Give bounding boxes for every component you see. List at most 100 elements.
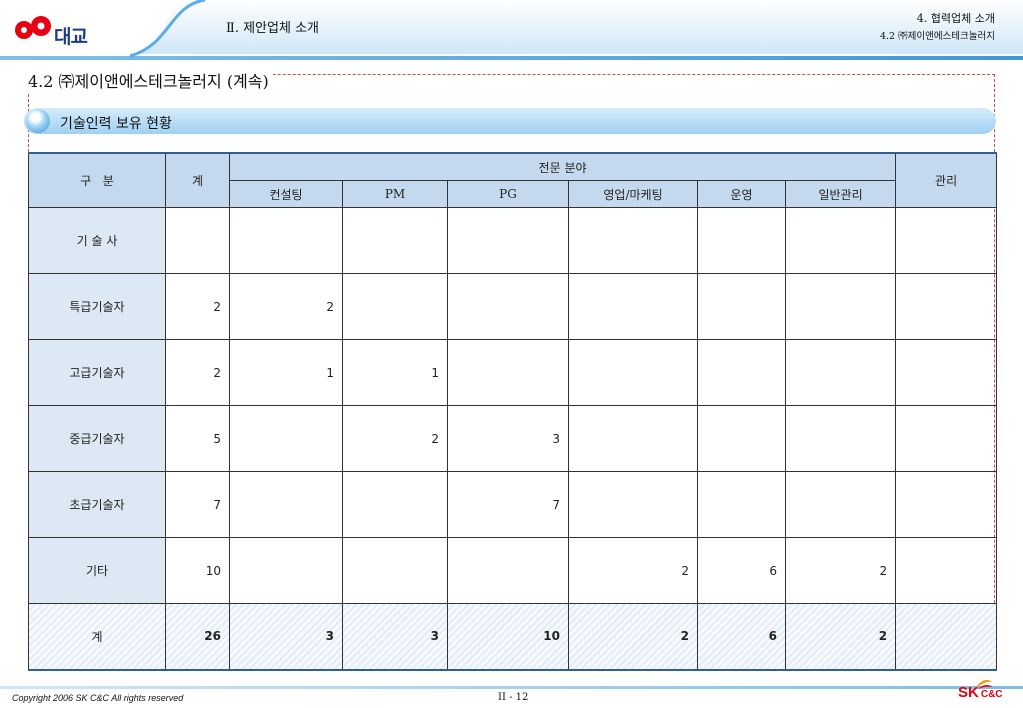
row-label: 고급기술자 [28, 339, 166, 406]
table-cell: 2 [568, 537, 698, 604]
table-row: 특급기술자 2 2 [28, 273, 998, 340]
table-cell: 3 [229, 603, 343, 670]
table-cell: 3 [447, 405, 569, 472]
header-category: 구 분 [28, 152, 166, 208]
table-cell: 2 [568, 603, 698, 670]
row-label: 기타 [28, 537, 166, 604]
table-cell: 26 [165, 603, 230, 670]
table-cell: 10 [165, 537, 230, 604]
table-cell: 2 [342, 405, 448, 472]
header-subsection: 4.2 ㈜제이앤에스테크놀러지 [879, 31, 995, 42]
table-cell [568, 273, 698, 340]
table-cell: 7 [165, 471, 230, 538]
table-cell [895, 405, 998, 472]
table-cell [568, 471, 698, 538]
table-cell [784, 339, 897, 406]
section-title: 4.2 ㈜제이앤에스테크놀러지 (계속) [28, 68, 273, 92]
table-cell [447, 273, 569, 340]
logo-mark-icon [15, 16, 51, 39]
table-cell [697, 273, 786, 340]
table-cell [447, 537, 569, 604]
row-label: 기 술 사 [28, 207, 166, 274]
table-cell: 5 [165, 405, 230, 472]
table-cell [342, 471, 448, 538]
header-field: PG [447, 180, 569, 208]
table-cell [568, 405, 698, 472]
table-cell [568, 339, 698, 406]
logo-cc-text: C&C [980, 689, 1003, 700]
daekyo-logo: 대교 [14, 6, 100, 52]
table-cell [784, 273, 897, 340]
table-cell: 10 [447, 603, 569, 670]
table-cell: 1 [229, 339, 343, 406]
table-cell [895, 207, 998, 274]
table-cell [895, 471, 998, 538]
header-field: 영업/마케팅 [568, 180, 698, 208]
table-cell [342, 273, 448, 340]
table-row: 기 술 사 [28, 207, 998, 274]
table-cell [165, 207, 230, 274]
logo-text: 대교 [54, 26, 88, 48]
table-cell [342, 537, 448, 604]
header-field: 일반관리 [784, 180, 897, 208]
table-row: 기타 10 2 6 2 [28, 537, 998, 604]
table-cell: 2 [165, 273, 230, 340]
row-label: 특급기술자 [28, 273, 166, 340]
header-wave-background [0, 0, 1023, 60]
bullet-ball-icon [26, 109, 50, 133]
table-cell: 2 [784, 537, 897, 604]
sub-banner-label: 기술인력 보유 현황 [60, 116, 172, 132]
table-row: 계 26 3 3 10 2 6 2 [28, 603, 998, 670]
table-cell: 1 [342, 339, 448, 406]
sk-wing-icon [976, 680, 993, 689]
table-cell [697, 207, 786, 274]
table-cell [895, 603, 998, 670]
header-management: 관리 [895, 152, 998, 208]
header-field: 컨설팅 [229, 180, 343, 208]
table-cell [784, 405, 897, 472]
header-total: 계 [165, 152, 230, 208]
table-cell: 6 [697, 537, 786, 604]
table-cell [697, 339, 786, 406]
table-cell [784, 207, 897, 274]
sub-banner: 기술인력 보유 현황 [24, 108, 996, 134]
chapter-title: Ⅱ. 제안업체 소개 [226, 21, 319, 36]
table-cell [568, 207, 698, 274]
table-cell [229, 537, 343, 604]
row-label: 초급기술자 [28, 471, 166, 538]
footer-divider [0, 686, 1023, 689]
page-header: 대교 Ⅱ. 제안업체 소개 4. 협력업체 소개 4.2 ㈜제이앤에스테크놀러지 [0, 0, 1023, 64]
row-label: 중급기술자 [28, 405, 166, 472]
row-label: 계 [28, 603, 166, 670]
table-cell [447, 339, 569, 406]
header-field: 운영 [697, 180, 786, 208]
table-cell [895, 537, 998, 604]
copyright-text: Copyright 2006 SK C&C All rights reserve… [12, 693, 184, 703]
table-cell [895, 339, 998, 406]
table-cell [895, 273, 998, 340]
sk-cc-logo: SK C&C [958, 680, 1003, 702]
header-section: 4. 협력업체 소개 [916, 12, 995, 25]
table-row: 초급기술자 7 7 [28, 471, 998, 538]
table-cell: 6 [697, 603, 786, 670]
table-cell [229, 405, 343, 472]
table-row: 중급기술자 5 2 3 [28, 405, 998, 472]
table-cell [697, 405, 786, 472]
table-cell: 2 [165, 339, 230, 406]
staff-table: 구 분 계 전문 분야 관리 컨설팅 PM PG 영업/마케팅 운영 일반관리 … [28, 152, 998, 671]
header-field: PM [342, 180, 448, 208]
page-footer: Copyright 2006 SK C&C All rights reserve… [0, 680, 1023, 708]
table-cell: 3 [342, 603, 448, 670]
header-specialty-group: 전문 분야 [228, 152, 897, 181]
table-cell [447, 207, 569, 274]
table-cell: 2 [784, 603, 897, 670]
table-cell [697, 471, 786, 538]
table-row: 고급기술자 2 1 1 [28, 339, 998, 406]
page-number: II - 12 [498, 692, 529, 703]
table-cell: 7 [447, 471, 569, 538]
table-cell [784, 471, 897, 538]
table-cell: 2 [229, 273, 343, 340]
table-cell [229, 207, 343, 274]
table-cell [229, 471, 343, 538]
table-cell [342, 207, 448, 274]
